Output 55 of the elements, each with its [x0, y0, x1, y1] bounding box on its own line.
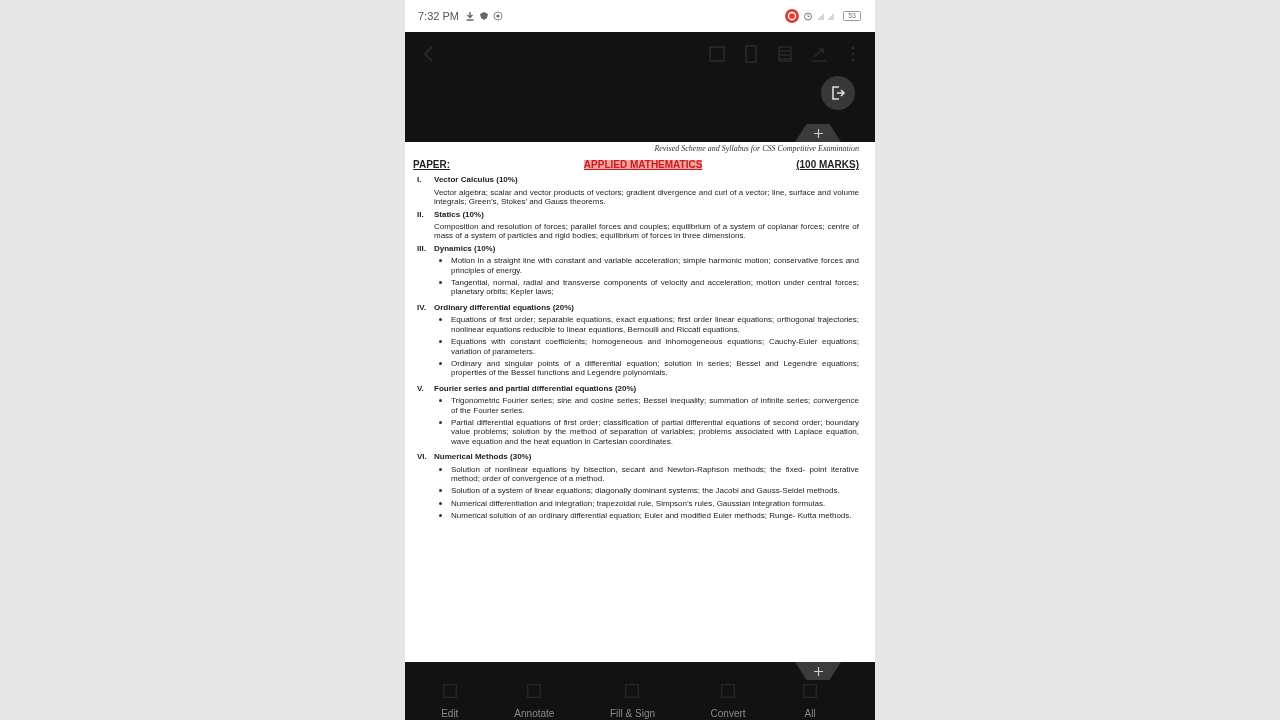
bullet-text: Numerical solution of an ordinary differential equation; Euler and modified Euler methods; Runge- Kutta methods.: [451, 511, 853, 521]
bottom-tab[interactable]: Fill & Sign: [610, 682, 655, 719]
bullet-icon: [439, 340, 442, 344]
paper-title: APPLIED MATHEMATICS: [583, 160, 703, 170]
bullet-icon: [439, 489, 442, 493]
paper-label: PAPER:: [413, 160, 451, 170]
bullet-icon: [439, 361, 442, 365]
section-heading: Vector Calculus (10%): [434, 175, 518, 185]
bottom-tab[interactable]: Convert: [710, 682, 746, 719]
exit-button[interactable]: [821, 76, 855, 110]
download-icon: [464, 11, 475, 21]
section-heading: Dynamics (10%): [434, 243, 496, 254]
bottom-tab[interactable]: All: [801, 682, 820, 719]
bullet-icon: [439, 259, 442, 263]
bullet-icon: [439, 501, 442, 505]
bottom-tab[interactable]: Annotate: [514, 682, 555, 719]
section-text: Vector algebra; scalar and vector products of vectors; gradient divergence and curl of a vector; line, surface and volume integrals; Green’s, Stokes’ and Gauss theorems.: [434, 187, 859, 207]
section-text: Composition and resolution of forces; parallel forces and couples; equilibrium of a system of coplanar forces; centre of mass of a system of particles and rigid bodies; equilibrium of forces in three dimensions.: [434, 222, 859, 241]
bullet-text: Equations of first order; separable equations, exact equations; first order linear equations; orthogonal trajectories; nonlinear equations reducible to linear equations, Bernoulli and Riccati equations.: [451, 315, 859, 335]
section-heading: Numerical Methods (30%): [434, 452, 532, 462]
shield-icon: [478, 11, 489, 21]
recording-icon: [785, 9, 800, 23]
marks-label: (100 MARKS): [796, 160, 859, 170]
bullet-text: Equations with constant coefficients; homogeneous and inhomogeneous equations; Cauchy-Euler equations; variation of parameters.: [451, 337, 859, 356]
move-icon: [813, 128, 823, 138]
section-numeral: IV.: [417, 302, 428, 313]
bottom-tab[interactable]: Edit: [440, 682, 459, 719]
section-heading: Statics (10%): [434, 209, 484, 220]
section-numeral: I.: [417, 175, 423, 185]
move-icon: [813, 666, 823, 676]
bullet-text: Numerical differentiation and integration; trapezoidal rule, Simpson’s rules, Gaussian integration formulas.: [451, 498, 827, 509]
status-time: 7:32 PM: [418, 10, 459, 22]
bullet-text: Solution of nonlinear equations by bisection, secant and Newton-Raphson methods; the fixed- point iterative method; order of convergence of a method.: [451, 464, 859, 484]
bullet-icon: [439, 467, 442, 471]
bullet-icon: [439, 399, 442, 403]
section-heading: Ordinary differential equations (20%): [434, 302, 575, 313]
section-heading: Fourier series and partial differential equations (20%): [434, 383, 637, 394]
header-note: Revised Scheme and Syllabus for CSS Competitive Examination: [653, 144, 859, 154]
bullet-icon: [439, 514, 442, 518]
alarm-icon: [803, 11, 814, 21]
bullet-icon: [439, 281, 442, 285]
record-icon: [492, 11, 503, 21]
exit-icon: [830, 85, 846, 101]
bullet-text: Motion in a straight line with constant and variable acceleration; simple harmonic motion; conservative forces and principles of energy.: [451, 256, 859, 276]
bullet-text: Partial differential equations of first order; classification of partial differential equations of second order; boundary value problems; solution by the method of separation of variables; problems associated with Laplace equation, wave equation and the heat equation in Cartesian coordinates.: [451, 417, 859, 447]
bullet-text: Ordinary and singular points of a differential equation; solution in series; Bessel and Legendre equations; properties of the Bessel functions and Legendre polynomials.: [451, 358, 859, 378]
section-numeral: III.: [417, 243, 427, 254]
bullet-text: Tangential, normal, radial and transverse components of velocity and acceleration; motion under central forces; planetary orbits; Kepler laws;: [451, 278, 859, 297]
bullet-icon: [439, 318, 442, 322]
bullet-text: Solution of a system of linear equations; diagonally dominant systems; the Jacobi and Gauss-Seidel methods.: [451, 486, 841, 496]
section-numeral: VI.: [417, 452, 428, 462]
section-numeral: II.: [417, 209, 425, 220]
bullet-text: Trigonometric Fourier series; sine and cosine series; Bessel inequality; summation of infinite series; convergence of the Fourier series.: [451, 396, 859, 415]
section-numeral: V.: [417, 383, 425, 394]
bullet-icon: [439, 420, 442, 424]
